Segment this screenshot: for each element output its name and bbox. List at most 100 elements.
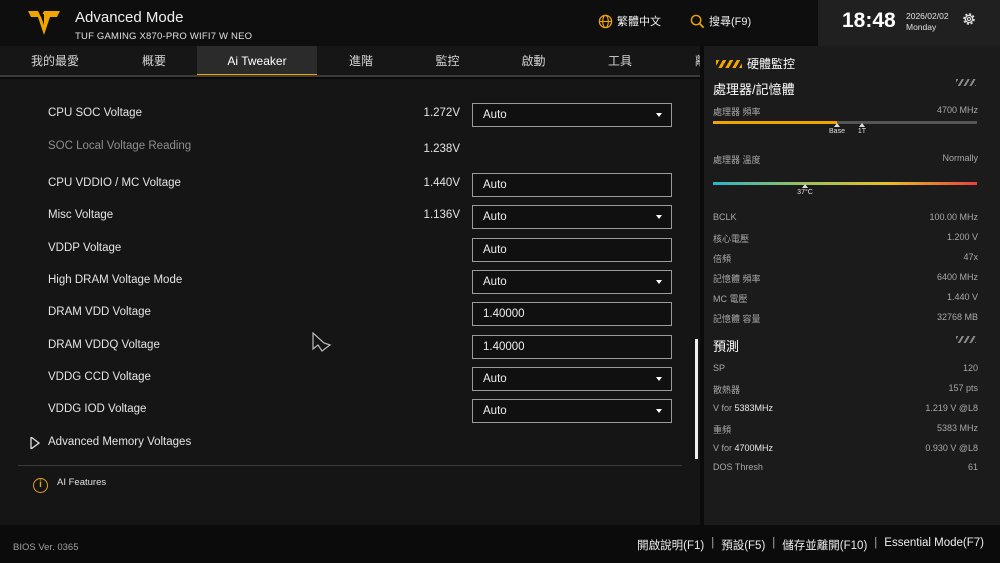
language-label: 繁體中文	[617, 16, 661, 28]
separator: |	[772, 537, 776, 549]
help-key-button[interactable]: 開啟說明(F1)	[637, 537, 704, 553]
prediction-row-value: 120	[962, 363, 978, 373]
cpu-frequency-value: 4700 MHz	[936, 105, 978, 115]
clock-time: 18:48	[842, 9, 896, 32]
setting-label[interactable]: VDDG CCD Voltage	[48, 371, 151, 383]
gear-icon[interactable]	[961, 11, 977, 27]
monitor-heading-text: 硬體監控	[747, 57, 796, 71]
settings-panel: CPU SOC Voltage 1.272V Auto SOC Local Vo…	[0, 79, 700, 525]
label-prefix: V for	[713, 403, 735, 413]
setting-label[interactable]: VDDG IOD Voltage	[48, 403, 146, 415]
high-dram-voltage-mode-dropdown[interactable]: Auto	[472, 270, 672, 294]
tab-advanced[interactable]: 進階	[317, 46, 405, 75]
defaults-key-button[interactable]: 預設(F5)	[721, 537, 765, 553]
vddg-iod-voltage-dropdown[interactable]: Auto	[472, 399, 672, 423]
clock-date: 2026/02/02 Monday	[906, 11, 949, 33]
section-hatch-icon	[956, 336, 976, 343]
advanced-memory-voltages-link[interactable]: Advanced Memory Voltages	[48, 436, 191, 448]
bios-version: BIOS Ver. 0365	[13, 542, 79, 553]
prediction-row-label: 散熱器	[713, 385, 741, 395]
dram-vddq-voltage-field[interactable]: 1.40000	[472, 335, 672, 359]
monitor-row-label: 倍頻	[713, 254, 732, 264]
separator: |	[711, 537, 715, 549]
stripes-icon	[716, 59, 742, 68]
tab-ai-tweaker[interactable]: Ai Tweaker	[197, 46, 317, 75]
cpu-temp-bar	[713, 182, 977, 185]
setting-label[interactable]: DRAM VDD Voltage	[48, 306, 151, 318]
globe-icon	[598, 14, 613, 28]
setting-label[interactable]: CPU SOC Voltage	[48, 107, 142, 119]
setting-label[interactable]: Misc Voltage	[48, 209, 113, 221]
mouse-cursor-icon	[312, 332, 332, 352]
essential-mode-key-button[interactable]: Essential Mode(F7)	[884, 537, 984, 553]
cpu-memory-section-title: 處理器/記憶體	[713, 82, 795, 97]
prediction-row-value: 0.930 V @L8	[925, 443, 978, 453]
cpu-frequency-label: 處理器 頻率	[713, 107, 761, 117]
function-keys: 開啟說明(F1) | 預設(F5) | 儲存並離開(F10) | Essenti…	[637, 537, 984, 553]
cpu-soc-voltage-dropdown[interactable]: Auto	[472, 103, 672, 127]
monitor-row-value: 32768 MB	[936, 312, 978, 322]
clock-area: 18:48 2026/02/02 Monday	[818, 0, 1000, 46]
main-tabs: 我的最愛 概要 Ai Tweaker 進階 監控 啟動 工具 離	[0, 46, 700, 77]
cpu-vddio-voltage-field[interactable]: Auto	[472, 173, 672, 197]
prediction-row-value: 1.219 V @L8	[925, 403, 978, 413]
setting-label[interactable]: VDDP Voltage	[48, 242, 121, 254]
vddp-voltage-field[interactable]: Auto	[472, 238, 672, 262]
monitor-row-label: MC 電壓	[713, 294, 748, 304]
prediction-row-label: V for 5383MHz	[713, 403, 773, 413]
separator: |	[874, 537, 878, 549]
tab-tool[interactable]: 工具	[577, 46, 663, 75]
dram-vdd-voltage-field[interactable]: 1.40000	[472, 302, 672, 326]
search-icon	[690, 14, 705, 28]
expand-arrow-icon[interactable]	[30, 437, 40, 449]
monitor-row-label: 記憶體 容量	[713, 314, 761, 324]
prediction-section-title: 預測	[713, 339, 740, 354]
cpu-frequency-bar-fill	[713, 121, 838, 124]
section-hatch-icon	[956, 79, 976, 86]
weekday-text: Monday	[906, 22, 937, 32]
motherboard-model: TUF GAMING X870-PRO WIFI7 W NEO	[75, 31, 253, 42]
monitor-row-label: 記憶體 頻率	[713, 274, 761, 284]
tab-monitor[interactable]: 監控	[405, 46, 490, 75]
tab-favorites[interactable]: 我的最愛	[0, 46, 110, 75]
footer-bar: BIOS Ver. 0365 開啟說明(F1) | 預設(F5) | 儲存並離開…	[0, 525, 1000, 563]
monitor-row-label: 核心電壓	[713, 234, 750, 244]
save-exit-key-button[interactable]: 儲存並離開(F10)	[782, 537, 867, 553]
vddg-ccd-voltage-dropdown[interactable]: Auto	[472, 367, 672, 391]
monitor-heading: 硬體監控	[716, 55, 795, 72]
setting-reading: 1.238V	[423, 143, 460, 155]
prediction-row-label: SP	[713, 363, 726, 373]
setting-label[interactable]: CPU VDDIO / MC Voltage	[48, 177, 181, 189]
cpu-temp-label: 處理器 溫度	[713, 155, 761, 165]
tab-main[interactable]: 概要	[110, 46, 198, 75]
monitor-row-value: 47x	[963, 252, 978, 262]
tuf-logo-icon	[28, 11, 60, 35]
misc-voltage-dropdown[interactable]: Auto	[472, 205, 672, 229]
language-selector[interactable]: 繁體中文	[598, 12, 661, 30]
prediction-row-label: 重頻	[713, 425, 732, 435]
monitor-row-value: 6400 MHz	[936, 272, 978, 282]
tab-boot[interactable]: 啟動	[490, 46, 577, 75]
search-button[interactable]: 搜尋(F9)	[690, 12, 751, 30]
header-bar: Advanced Mode TUF GAMING X870-PRO WIFI7 …	[0, 0, 1000, 46]
monitor-row-value: 100.00 MHz	[929, 212, 978, 222]
search-label: 搜尋(F9)	[709, 16, 752, 28]
temp-marker: 37°C	[790, 184, 820, 196]
setting-label[interactable]: High DRAM Voltage Mode	[48, 274, 182, 286]
setting-reading: 1.136V	[423, 209, 460, 221]
setting-reading: 1.440V	[423, 177, 460, 189]
prediction-row-label: DOS Thresh	[713, 462, 763, 472]
label-prefix: V for	[713, 443, 735, 453]
divider	[18, 465, 682, 466]
hardware-monitor-panel: 硬體監控 處理器/記憶體 處理器 頻率 4700 MHz Base 1T 處理器…	[704, 46, 1000, 525]
setting-label[interactable]: DRAM VDDQ Voltage	[48, 339, 160, 351]
info-icon: i	[33, 478, 48, 493]
monitor-row-label: BCLK	[713, 212, 737, 222]
monitor-row-value: 1.200 V	[946, 232, 978, 242]
prediction-row-value: 61	[967, 462, 978, 472]
tab-exit[interactable]: 離	[663, 46, 700, 75]
prediction-row-label: V for 4700MHz	[713, 443, 773, 453]
cpu-temp-value: Normally	[942, 153, 978, 163]
setting-label: SOC Local Voltage Reading	[48, 140, 192, 152]
scrollbar-thumb[interactable]	[695, 339, 698, 459]
